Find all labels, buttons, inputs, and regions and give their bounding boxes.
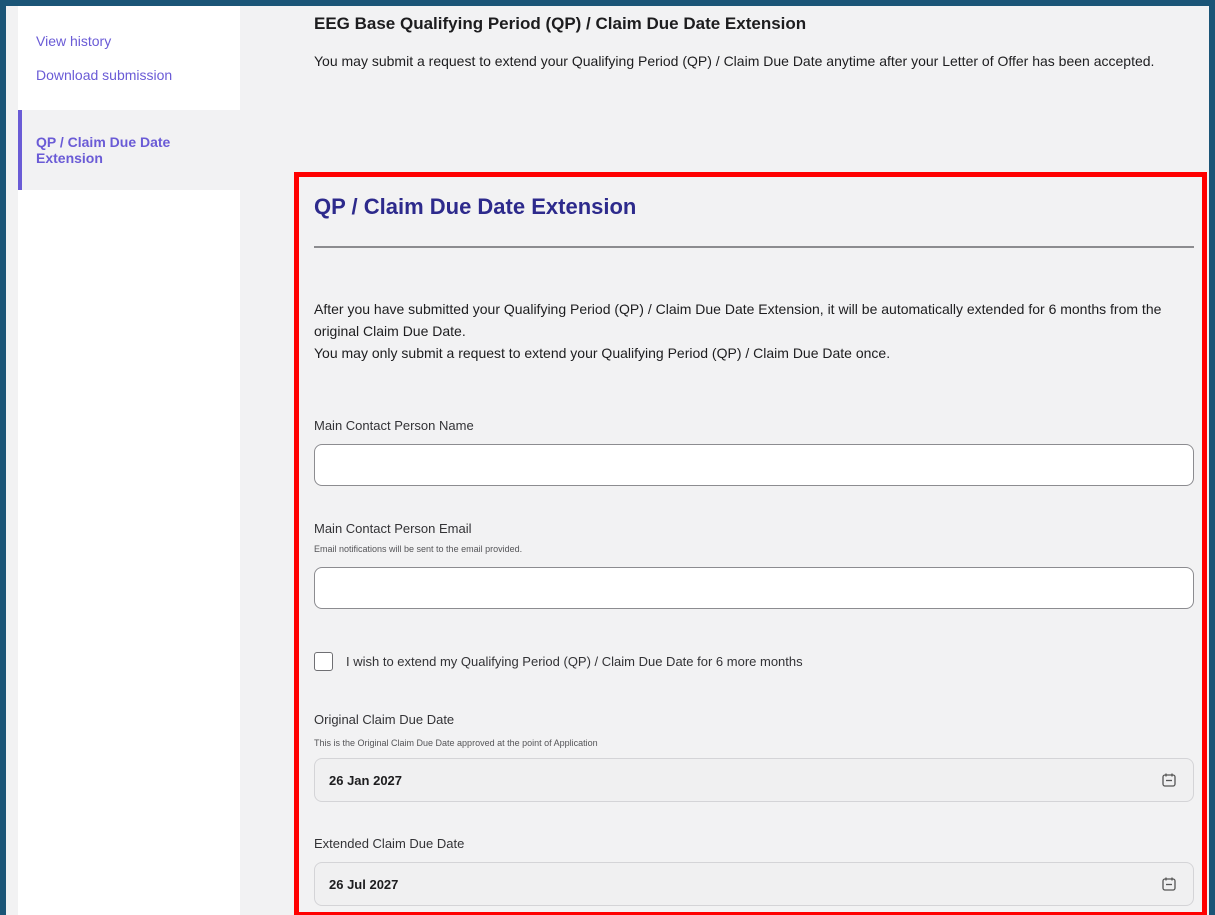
intro-paragraph-1: After you have submitted your Qualifying… — [314, 301, 1162, 339]
extended-date-label: Extended Claim Due Date — [314, 836, 465, 851]
view-history-link[interactable]: View history — [36, 33, 111, 49]
contact-email-label: Main Contact Person Email — [314, 521, 472, 536]
page-description: You may submit a request to extend your … — [314, 53, 1155, 69]
sidebar-item-label: QP / Claim Due Date Extension — [36, 134, 171, 166]
extend-checkbox-label[interactable]: I wish to extend my Qualifying Period (Q… — [346, 654, 803, 669]
original-date-value: 26 Jan 2027 — [329, 773, 403, 788]
sidebar-empty-area — [18, 190, 240, 915]
form-intro: After you have submitted your Qualifying… — [314, 298, 1194, 364]
extended-date-field[interactable]: 26 Jul 2027 — [314, 862, 1194, 906]
download-submission-link[interactable]: Download submission — [36, 67, 172, 83]
calendar-icon[interactable] — [1161, 772, 1177, 788]
sidebar: View history Download submission QP / Cl… — [18, 6, 240, 915]
extend-checkbox[interactable] — [314, 652, 333, 671]
contact-email-hint: Email notifications will be sent to the … — [314, 544, 523, 554]
extended-date-value: 26 Jul 2027 — [329, 877, 399, 892]
form-divider — [314, 246, 1194, 248]
original-date-hint: This is the Original Claim Due Date appr… — [314, 738, 598, 748]
contact-email-input[interactable] — [314, 567, 1194, 609]
page-frame: View history Download submission QP / Cl… — [6, 6, 1209, 915]
original-date-field[interactable]: 26 Jan 2027 — [314, 758, 1194, 802]
contact-name-label: Main Contact Person Name — [314, 418, 474, 433]
sidebar-links-group: View history Download submission — [18, 6, 240, 110]
calendar-icon[interactable] — [1161, 876, 1177, 892]
form-title: QP / Claim Due Date Extension — [314, 194, 637, 219]
page-title: EEG Base Qualifying Period (QP) / Claim … — [314, 14, 807, 33]
original-date-label: Original Claim Due Date — [314, 712, 455, 727]
sidebar-item-qp-extension[interactable]: QP / Claim Due Date Extension — [18, 110, 240, 190]
intro-paragraph-2: You may only submit a request to extend … — [314, 345, 891, 361]
contact-name-input[interactable] — [314, 444, 1194, 486]
